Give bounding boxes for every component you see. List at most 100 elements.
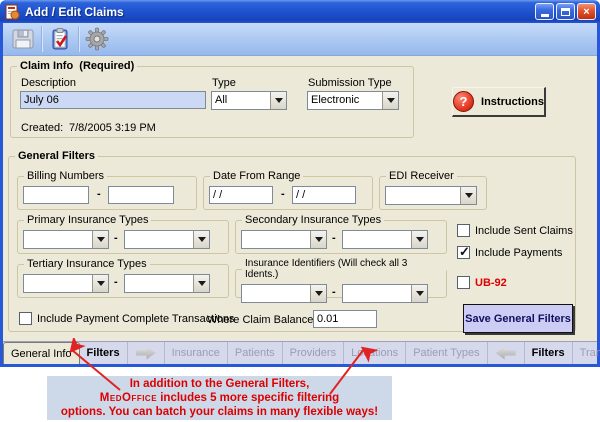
general-filters-group: General Filters Billing Numbers - Date F… [8,150,576,332]
chevron-down-icon[interactable] [92,275,108,292]
save-general-filters-button[interactable]: Save General Filters [463,304,573,333]
checkbox-box[interactable]: ✓ [457,246,470,259]
submission-type-label: Submission Type [308,77,392,89]
maximize-button[interactable] [556,3,575,20]
gear-icon [85,27,109,51]
tab-providers[interactable]: Providers [283,342,344,364]
maximize-icon [561,8,570,16]
checkbox-box[interactable] [19,312,32,325]
tab-locations[interactable]: Locations [344,342,406,364]
instructions-label: Instructions [481,96,544,108]
submission-type-dropdown[interactable]: Electronic [307,91,399,110]
description-input[interactable] [20,91,206,109]
chevron-down-icon[interactable] [411,231,427,248]
instructions-button[interactable]: ? Instructions [452,87,546,117]
created-label: Created: [21,122,63,134]
identifiers-to-dropdown[interactable] [342,284,428,303]
tertiary-to-dropdown[interactable] [124,274,210,293]
tab-filters-1[interactable]: Filters [80,342,128,364]
toolbar-separator [41,26,42,52]
callout-line-1: In addition to the General Filters, [130,377,310,391]
description-label: Description [21,77,76,89]
secondary-insurance-group: Secondary Insurance Types - [235,214,447,254]
insurance-identifiers-legend: Insurance Identifiers (Will check all 3 … [242,258,446,280]
edi-receiver-dropdown[interactable] [385,186,477,205]
settings-button[interactable] [81,25,113,53]
arrow-right-icon [136,347,156,360]
include-payment-complete-checkbox[interactable]: Include Payment Complete Transactions [19,312,235,325]
chevron-down-icon[interactable] [411,285,427,302]
callout-line-2: MedOffice includes 5 more specific filte… [100,391,339,405]
date-from-range-group: Date From Range - [203,170,373,210]
tab-patient-types[interactable]: Patient Types [406,342,487,364]
tertiary-from-dropdown[interactable] [23,274,109,293]
checkbox-box[interactable] [457,276,470,289]
claims-form-icon [4,4,20,20]
include-sent-claims-checkbox[interactable]: Include Sent Claims [457,224,573,237]
tab-scroll-left[interactable] [488,342,525,364]
range-dash: - [281,188,285,200]
insurance-identifiers-group: Insurance Identifiers (Will check all 3 … [235,258,447,298]
claim-info-legend: Claim Info (Required) [17,60,137,72]
tertiary-insurance-group: Tertiary Insurance Types - [17,258,229,298]
save-button[interactable] [7,25,39,53]
chevron-down-icon[interactable] [193,231,209,248]
identifiers-from-dropdown[interactable] [241,284,327,303]
toolbar [3,23,597,56]
secondary-from-dropdown[interactable] [241,230,327,249]
date-to-input[interactable] [292,186,356,204]
primary-insurance-legend: Primary Insurance Types [24,214,151,226]
add-edit-claims-window: Add / Edit Claims × [0,0,600,367]
range-dash: - [114,276,118,288]
titlebar[interactable]: Add / Edit Claims × [0,0,600,23]
range-dash: - [332,286,336,298]
tab-insurance[interactable]: Insurance [165,342,228,364]
tabstrip: General Info Filters Insurance Patients … [3,341,597,364]
ub92-checkbox[interactable]: UB-92 [457,276,507,289]
close-button[interactable]: × [577,3,596,20]
arrow-left-icon [496,347,516,360]
claim-balance-input[interactable] [313,310,377,328]
tab-transactions[interactable]: Transactions [573,342,600,364]
chevron-down-icon[interactable] [382,92,398,109]
tertiary-insurance-legend: Tertiary Insurance Types [24,258,150,270]
checkbox-box[interactable] [457,224,470,237]
chevron-down-icon[interactable] [92,231,108,248]
secondary-insurance-legend: Secondary Insurance Types [242,214,384,226]
primary-from-dropdown[interactable] [23,230,109,249]
tab-filters-2[interactable]: Filters [525,342,573,364]
claim-info-group: Claim Info (Required) Description Type A… [10,60,414,138]
clipboard-check-icon [48,27,72,51]
date-from-input[interactable] [209,186,273,204]
billing-from-input[interactable] [23,186,89,204]
save-floppy-icon [11,27,35,51]
edi-receiver-legend: EDI Receiver [386,170,457,182]
tab-patients[interactable]: Patients [228,342,283,364]
window-title: Add / Edit Claims [25,5,124,19]
type-dropdown[interactable]: All [211,91,287,110]
minimize-button[interactable] [535,3,554,20]
chevron-down-icon[interactable] [193,275,209,292]
include-payments-checkbox[interactable]: ✓ Include Payments [457,246,562,259]
billing-numbers-legend: Billing Numbers [24,170,107,182]
range-dash: - [114,232,118,244]
range-dash: - [97,188,101,200]
chevron-down-icon[interactable] [310,285,326,302]
secondary-to-dropdown[interactable] [342,230,428,249]
dialog-body: Claim Info (Required) Description Type A… [3,56,597,341]
brand-name: MedOffice [100,392,157,404]
billing-to-input[interactable] [108,186,174,204]
type-label: Type [212,77,236,89]
minimize-icon [541,14,549,17]
validate-button[interactable] [44,25,76,53]
chevron-down-icon[interactable] [310,231,326,248]
billing-numbers-group: Billing Numbers - [17,170,197,210]
primary-insurance-group: Primary Insurance Types - [17,214,229,254]
tab-scroll-right[interactable] [128,342,165,364]
tab-general-info[interactable]: General Info [3,342,80,364]
chevron-down-icon[interactable] [460,187,476,204]
primary-to-dropdown[interactable] [124,230,210,249]
chevron-down-icon[interactable] [270,92,286,109]
edi-receiver-group: EDI Receiver [379,170,487,210]
general-filters-legend: General Filters [15,150,98,162]
